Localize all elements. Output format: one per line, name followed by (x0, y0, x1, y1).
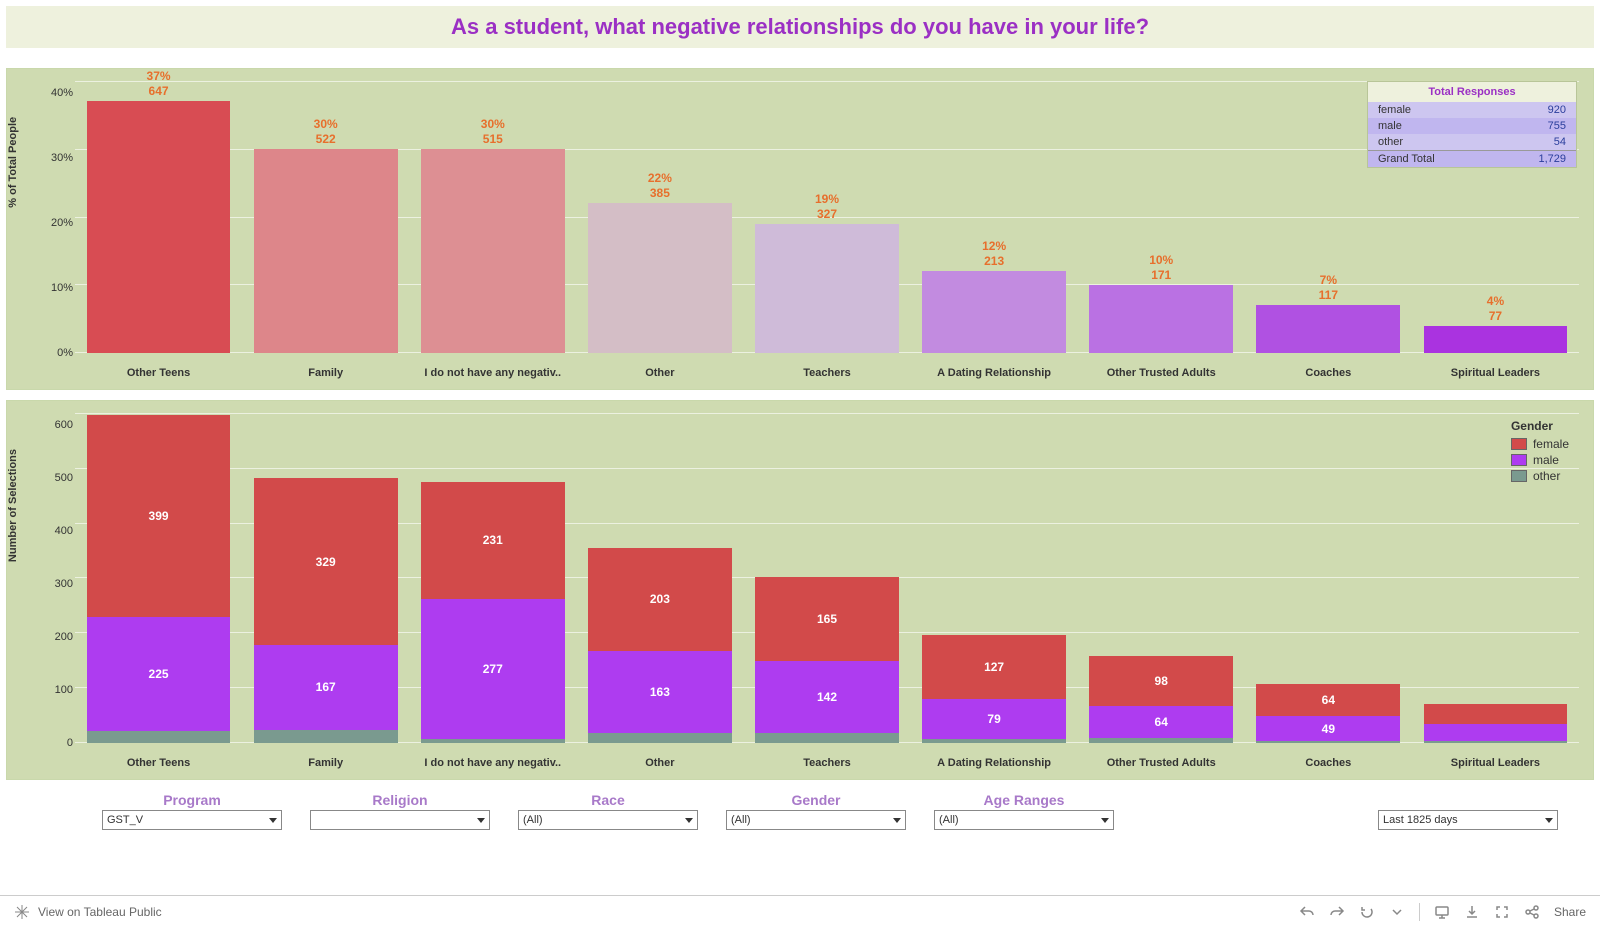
bars-container: 37%64730%52230%51522%38519%32712%21310%1… (75, 81, 1579, 353)
total-responses-box: Total Responses female920male755other54G… (1367, 81, 1577, 168)
divider (1419, 903, 1420, 921)
x-tick: Other (576, 757, 743, 769)
bar-group[interactable]: 79127 (911, 413, 1078, 743)
x-tick: Other Trusted Adults (1078, 367, 1245, 379)
x-tick: Other (576, 367, 743, 379)
bar-group[interactable]: 10%171 (1078, 81, 1245, 353)
bar-group[interactable]: 30%515 (409, 81, 576, 353)
filter-select[interactable]: GST_V (102, 810, 282, 830)
filter-select[interactable]: (All) (726, 810, 906, 830)
totals-row: female920 (1368, 102, 1576, 118)
y-axis-ticks: 6005004003002001000 (49, 413, 73, 743)
bar-group[interactable]: 37%647 (75, 81, 242, 353)
totals-row: male755 (1368, 118, 1576, 134)
totals-header: Total Responses (1368, 82, 1576, 102)
bar-group[interactable]: 12%213 (911, 81, 1078, 353)
undo-icon[interactable] (1299, 904, 1315, 920)
totals-row: other54 (1368, 134, 1576, 150)
x-tick: Other Teens (75, 367, 242, 379)
x-tick: Coaches (1245, 367, 1412, 379)
x-tick: Teachers (743, 367, 910, 379)
y-axis-ticks: 40%30%20%10%0% (49, 81, 73, 353)
filter-label: Religion (372, 792, 427, 808)
percent-plot: 37%64730%52230%51522%38519%32712%21310%1… (75, 81, 1579, 353)
filter-select[interactable]: (All) (518, 810, 698, 830)
tableau-logo-icon (14, 904, 30, 920)
chart-area: % of Total People 40%30%20%10%0% 37%6473… (6, 68, 1594, 895)
legend-header: Gender (1511, 419, 1569, 433)
x-tick: Spiritual Leaders (1412, 757, 1579, 769)
reset-icon[interactable] (1359, 904, 1375, 920)
date-filter-select[interactable]: Last 1825 days (1378, 810, 1558, 830)
share-label[interactable]: Share (1554, 905, 1586, 919)
x-tick: Family (242, 757, 409, 769)
filter-select[interactable] (310, 810, 490, 830)
x-tick: A Dating Relationship (911, 367, 1078, 379)
x-tick: Teachers (743, 757, 910, 769)
x-tick: Other Teens (75, 757, 242, 769)
fullscreen-icon[interactable] (1494, 904, 1510, 920)
dashboard-page: As a student, what negative relationship… (0, 0, 1600, 927)
legend-item[interactable]: other (1511, 469, 1569, 483)
bar-group[interactable]: 4964 (1245, 413, 1412, 743)
x-tick: A Dating Relationship (911, 757, 1078, 769)
legend-item[interactable]: female (1511, 437, 1569, 451)
x-tick: I do not have any negativ.. (409, 757, 576, 769)
x-tick: Spiritual Leaders (1412, 367, 1579, 379)
bar-group[interactable]: 277231 (409, 413, 576, 743)
x-axis-labels: Other TeensFamilyI do not have any negat… (75, 367, 1579, 379)
bar-group[interactable]: 22%385 (576, 81, 743, 353)
bar-group[interactable]: 142165 (743, 413, 910, 743)
page-title: As a student, what negative relationship… (451, 14, 1149, 40)
bar-group[interactable]: 167329 (242, 413, 409, 743)
date-filter-col: . Last 1825 days (1378, 792, 1558, 830)
y-axis-label: % of Total People (7, 117, 19, 208)
bar-group[interactable]: 19%327 (743, 81, 910, 353)
date-filter-value: Last 1825 days (1383, 814, 1458, 826)
view-on-public-link[interactable]: View on Tableau Public (38, 905, 162, 919)
filter-age-ranges: Age Ranges (All) (934, 792, 1114, 830)
x-tick: Other Trusted Adults (1078, 757, 1245, 769)
filter-label: Race (591, 792, 624, 808)
bar-group[interactable]: 163203 (576, 413, 743, 743)
download-icon[interactable] (1464, 904, 1480, 920)
share-icon[interactable] (1524, 904, 1540, 920)
legend-item[interactable]: male (1511, 453, 1569, 467)
filter-label: Age Ranges (984, 792, 1065, 808)
bars-container: 2253991673292772311632031421657912764984… (75, 413, 1579, 743)
filter-program: Program GST_V (102, 792, 282, 830)
filter-label: Program (163, 792, 221, 808)
filters-row: Program GST_V Religion Race (All) Gender (All)… (6, 788, 1594, 830)
filter-religion: Religion (310, 792, 490, 830)
redo-icon[interactable] (1329, 904, 1345, 920)
chevron-down-icon (1545, 818, 1553, 823)
percent-chart-panel: % of Total People 40%30%20%10%0% 37%6473… (6, 68, 1594, 390)
chevron-down-icon[interactable] (1389, 904, 1405, 920)
filter-gender: Gender (All) (726, 792, 906, 830)
filter-race: Race (All) (518, 792, 698, 830)
filter-select[interactable]: (All) (934, 810, 1114, 830)
gender-legend: Gender female male other (1511, 419, 1569, 485)
totals-row: Grand Total1,729 (1368, 150, 1576, 167)
filter-label: Gender (791, 792, 840, 808)
stacked-chart-panel: Number of Selections 6005004003002001000… (6, 400, 1594, 780)
x-tick: Family (242, 367, 409, 379)
presentation-icon[interactable] (1434, 904, 1450, 920)
x-tick: Coaches (1245, 757, 1412, 769)
x-axis-labels: Other TeensFamilyI do not have any negat… (75, 757, 1579, 769)
title-bar: As a student, what negative relationship… (6, 6, 1594, 48)
bar-group[interactable]: 6498 (1078, 413, 1245, 743)
tableau-footer: View on Tableau Public Share (0, 895, 1600, 927)
stacked-plot: 2253991673292772311632031421657912764984… (75, 413, 1579, 743)
x-tick: I do not have any negativ.. (409, 367, 576, 379)
bar-group[interactable]: 225399 (75, 413, 242, 743)
y-axis-label: Number of Selections (7, 449, 19, 562)
bar-group[interactable]: 30%522 (242, 81, 409, 353)
